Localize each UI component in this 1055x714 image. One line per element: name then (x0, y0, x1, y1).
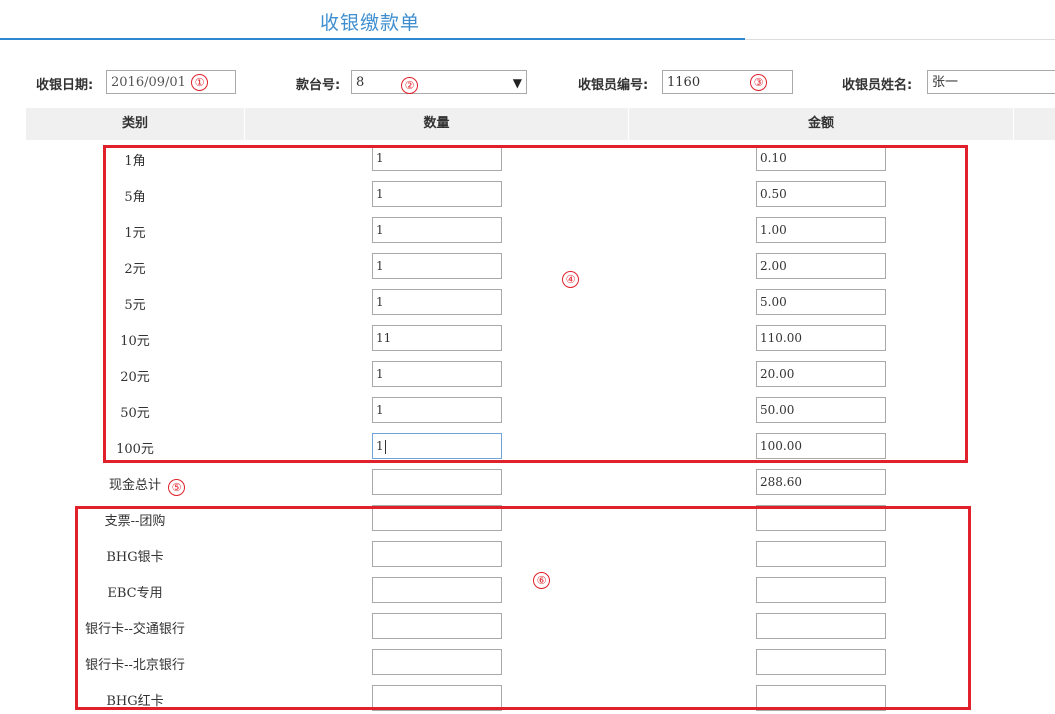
annotation-box-other-payments (75, 506, 971, 710)
cashier-name-field[interactable]: 张一 (927, 70, 1055, 94)
annotation-4: ④ (562, 271, 579, 288)
column-header-category: 类别 (121, 116, 148, 131)
title-underline (0, 38, 745, 40)
date-value: 2016/09/01 (111, 75, 186, 90)
cashier-id-value: 1160 (667, 75, 701, 90)
amount-input-cash-total[interactable]: 288.60 (756, 469, 886, 495)
column-divider (1013, 108, 1014, 140)
dropdown-arrow-icon: ▼ (512, 76, 522, 90)
column-header-amount: 金额 (807, 116, 834, 131)
date-label: 收银日期: (36, 78, 94, 93)
annotation-box-cash (103, 145, 968, 463)
page-title: 收银缴款单 (320, 12, 421, 34)
cashier-id-label: 收银员编号: (578, 78, 649, 93)
annotation-6: ⑥ (533, 572, 550, 589)
counter-select[interactable]: 8 ▼ (351, 70, 527, 94)
column-header-quantity: 数量 (423, 116, 450, 131)
annotation-1: ① (191, 74, 208, 91)
counter-label: 款台号: (296, 78, 341, 93)
qty-input-cash-total[interactable] (372, 469, 502, 495)
counter-value: 8 (356, 75, 365, 90)
cashier-id-field[interactable]: 1160 (662, 70, 793, 94)
title-divider (745, 39, 1055, 40)
annotation-5: ⑤ (168, 479, 185, 496)
cashier-name-value: 张一 (932, 75, 959, 90)
date-field[interactable]: 2016/09/01 (106, 70, 236, 94)
table-header: 类别 数量 金额 (26, 108, 1055, 140)
annotation-2: ② (401, 77, 418, 94)
cashier-name-label: 收银员姓名: (842, 78, 913, 93)
annotation-3: ③ (750, 74, 767, 91)
row-label-cash-total: 现金总计 (108, 478, 161, 493)
